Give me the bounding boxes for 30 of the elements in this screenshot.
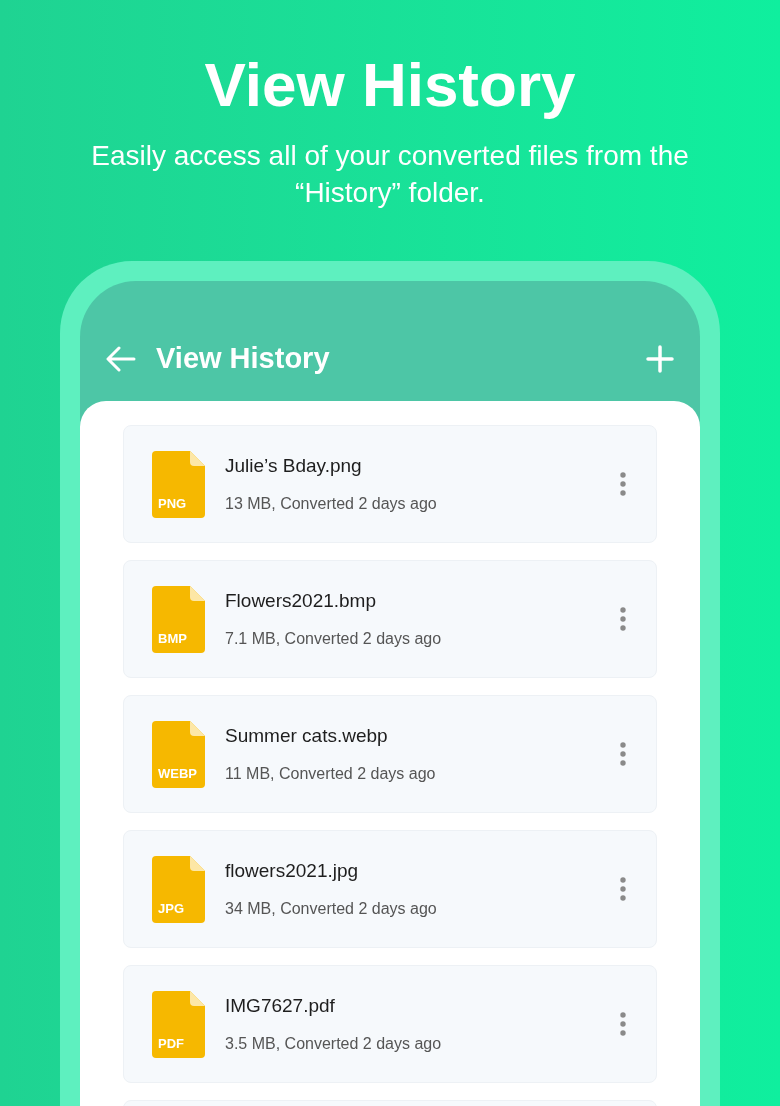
back-icon[interactable] — [106, 345, 136, 372]
file-name: flowers2021.jpg — [225, 858, 360, 883]
file-icon: WEBP — [152, 720, 205, 788]
file-meta: 3.5 MB, Converted 2 days ago — [225, 1034, 442, 1055]
file-card[interactable]: BMP Flowers2021.bmp 7.1 MB, Converted 2 days ago — [123, 560, 657, 678]
file-card[interactable]: WEBP Summer cats.webp 11 MB, Converted 2 days ago — [123, 695, 657, 813]
file-name: Summer cats.webp — [225, 723, 389, 748]
more-icon[interactable] — [620, 1012, 626, 1036]
file-icon: JPG — [152, 855, 205, 923]
hero-title: View History — [204, 49, 576, 121]
file-icon: PDF — [152, 990, 205, 1058]
file-meta: 34 MB, Converted 2 days ago — [225, 899, 437, 920]
file-name: IMG7627.pdf — [225, 993, 336, 1018]
more-icon[interactable] — [620, 877, 626, 901]
file-card[interactable]: PNG Julie’s Bday.png 13 MB, Converted 2 days ago — [123, 425, 657, 543]
file-meta: 11 MB, Converted 2 days ago — [225, 764, 436, 785]
file-card[interactable]: PDF IMG7627.pdf 3.5 MB, Converted 2 days ago — [123, 965, 657, 1083]
file-card[interactable]: JPG flowers2021.jpg 34 MB, Converted 2 days ago — [123, 830, 657, 948]
file-name: Julie’s Bday.png — [225, 453, 363, 478]
file-name: Flowers2021.bmp — [225, 588, 378, 613]
add-icon[interactable] — [646, 344, 674, 373]
file-meta: 13 MB, Converted 2 days ago — [225, 494, 437, 515]
more-icon[interactable] — [620, 742, 626, 766]
app-bar-title: View History — [156, 340, 330, 376]
more-icon[interactable] — [620, 472, 626, 496]
file-meta: 7.1 MB, Converted 2 days ago — [225, 629, 442, 650]
file-icon: PNG — [152, 450, 205, 518]
more-icon[interactable] — [620, 607, 626, 631]
hero-subtitle: Easily access all of your converted files from the “History” folder. — [90, 139, 690, 210]
file-icon: BMP — [152, 585, 205, 653]
